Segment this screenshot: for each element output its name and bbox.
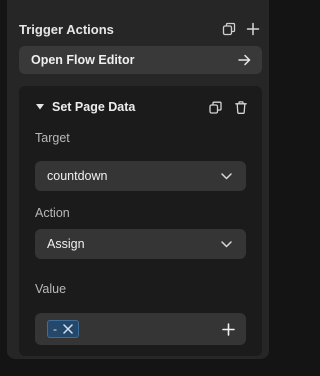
set-page-data-card: Set Page Data Target countdown Action As… [19, 86, 262, 356]
chevron-down-icon [218, 168, 234, 184]
value-chip-label: - [53, 322, 57, 336]
card-actions [207, 99, 249, 115]
close-icon[interactable] [63, 324, 73, 334]
chevron-down-icon [218, 236, 234, 252]
action-value: Assign [47, 237, 85, 251]
card-header: Set Page Data [35, 98, 249, 116]
card-title-group: Set Page Data [35, 100, 135, 114]
card-title: Set Page Data [52, 100, 136, 114]
open-flow-editor-label: Open Flow Editor [31, 53, 135, 67]
action-label: Action [35, 206, 70, 220]
add-value-icon[interactable] [220, 321, 236, 337]
target-value: countdown [47, 169, 108, 183]
section-title: Trigger Actions [19, 21, 114, 37]
plus-icon[interactable] [245, 21, 261, 37]
header-actions [221, 21, 261, 37]
arrow-right-icon [236, 52, 252, 68]
target-select[interactable]: countdown [35, 161, 246, 191]
caret-down-icon[interactable] [35, 102, 45, 112]
target-label: Target [35, 131, 70, 145]
open-flow-editor-button[interactable]: Open Flow Editor [19, 46, 262, 74]
duplicate-icon[interactable] [207, 99, 223, 115]
trash-icon[interactable] [233, 99, 249, 115]
value-chip[interactable]: - [47, 320, 79, 338]
copy-icon[interactable] [221, 21, 237, 37]
value-label: Value [35, 282, 67, 296]
value-input[interactable]: - [35, 313, 246, 345]
action-select[interactable]: Assign [35, 229, 246, 259]
section-header: Trigger Actions [19, 19, 261, 39]
